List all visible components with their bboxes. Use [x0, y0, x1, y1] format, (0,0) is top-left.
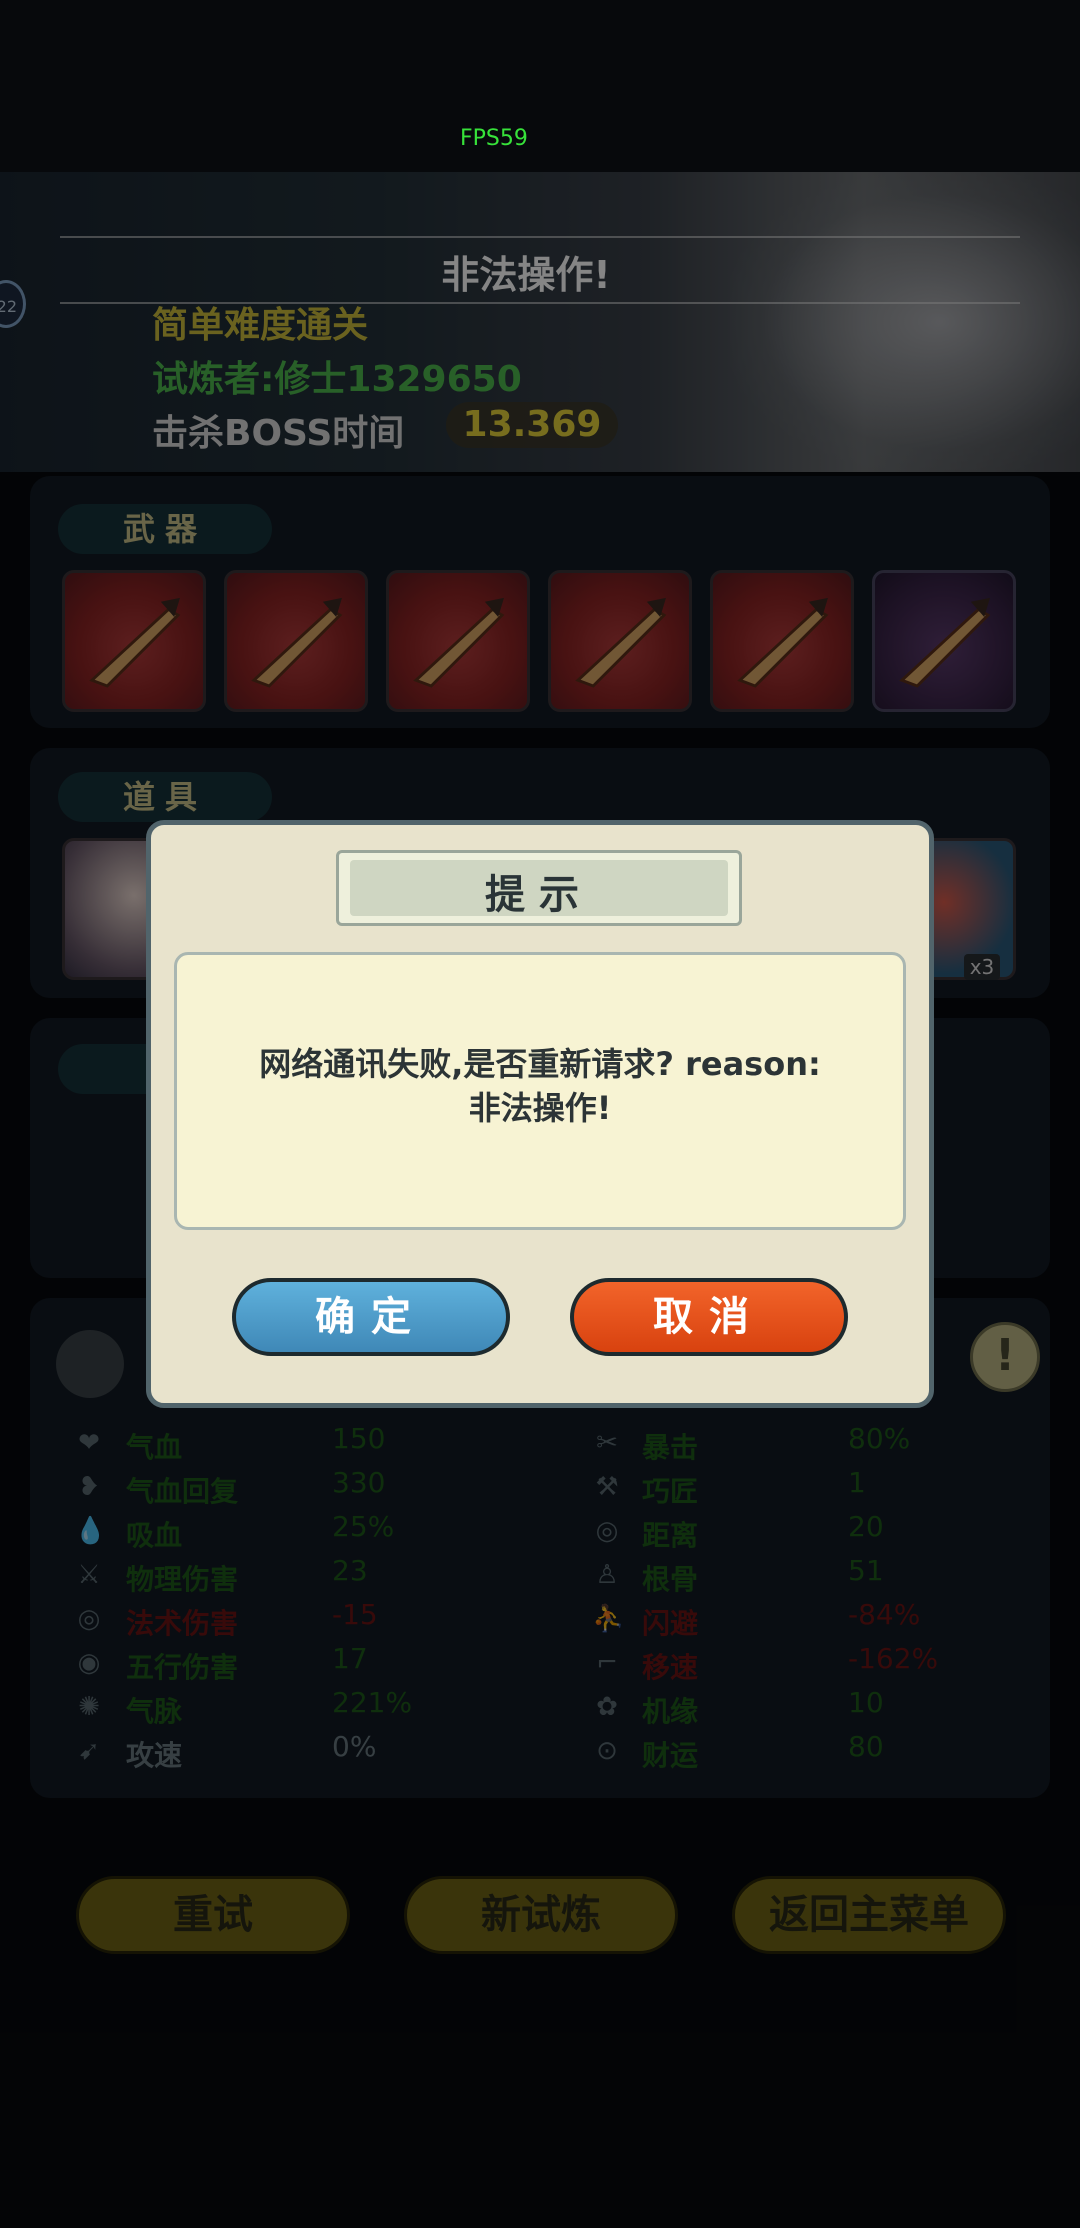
fps-counter: FPS59 — [460, 126, 528, 151]
dialog-message-line2: 非法操作! — [468, 1089, 612, 1127]
cancel-button[interactable]: 取消 — [570, 1278, 848, 1356]
help-button[interactable]: ! — [970, 1322, 1040, 1392]
dialog-message: 网络通讯失败,是否重新请求? reason: 非法操作! — [214, 1042, 866, 1130]
confirm-button[interactable]: 确定 — [232, 1278, 510, 1356]
dialog-title: 提示 — [485, 872, 593, 918]
dialog-message-line1: 网络通讯失败,是否重新请求? reason: — [259, 1045, 821, 1083]
